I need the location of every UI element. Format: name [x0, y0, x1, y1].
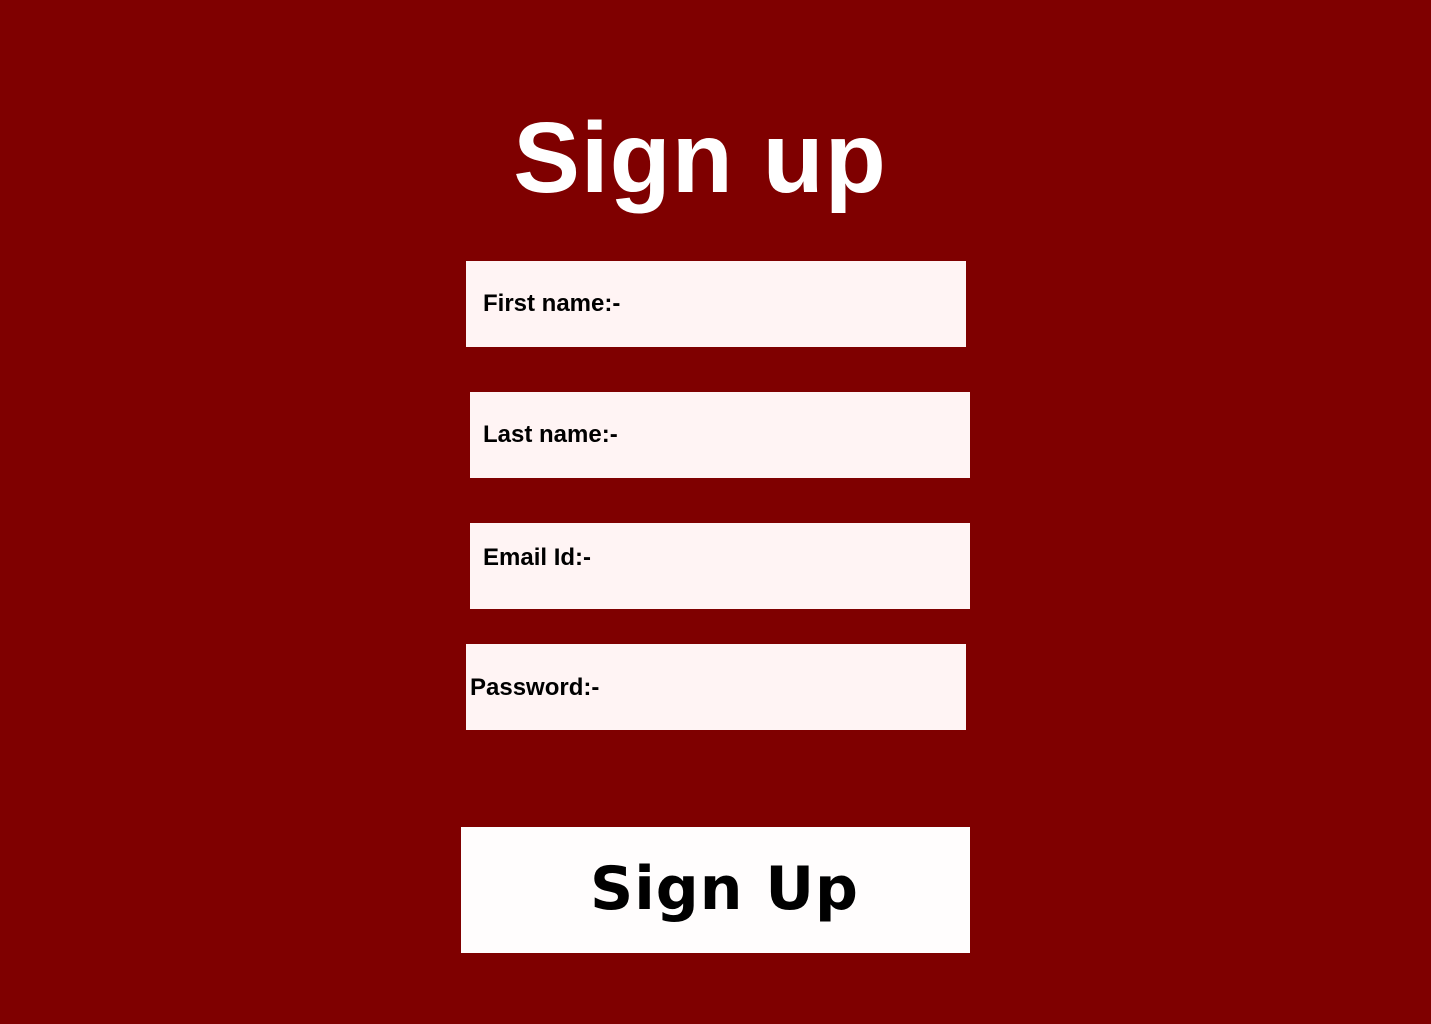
- last-name-input[interactable]: [635, 392, 970, 478]
- email-field[interactable]: Email Id:-: [470, 523, 970, 609]
- page-title: Sign up: [513, 102, 887, 214]
- password-input[interactable]: [616, 644, 966, 730]
- first-name-label: First name:-: [483, 290, 621, 317]
- email-label: Email Id:-: [483, 544, 592, 571]
- password-label: Password:-: [470, 674, 600, 701]
- email-input[interactable]: [605, 523, 970, 609]
- first-name-input[interactable]: [636, 261, 966, 347]
- last-name-label: Last name:-: [483, 421, 618, 448]
- sign-up-button[interactable]: Sign Up: [461, 827, 970, 953]
- last-name-field[interactable]: Last name:-: [470, 392, 970, 478]
- sign-up-button-label: Sign Up: [589, 854, 859, 924]
- first-name-field[interactable]: First name:-: [466, 261, 966, 347]
- password-field[interactable]: Password:-: [466, 644, 966, 730]
